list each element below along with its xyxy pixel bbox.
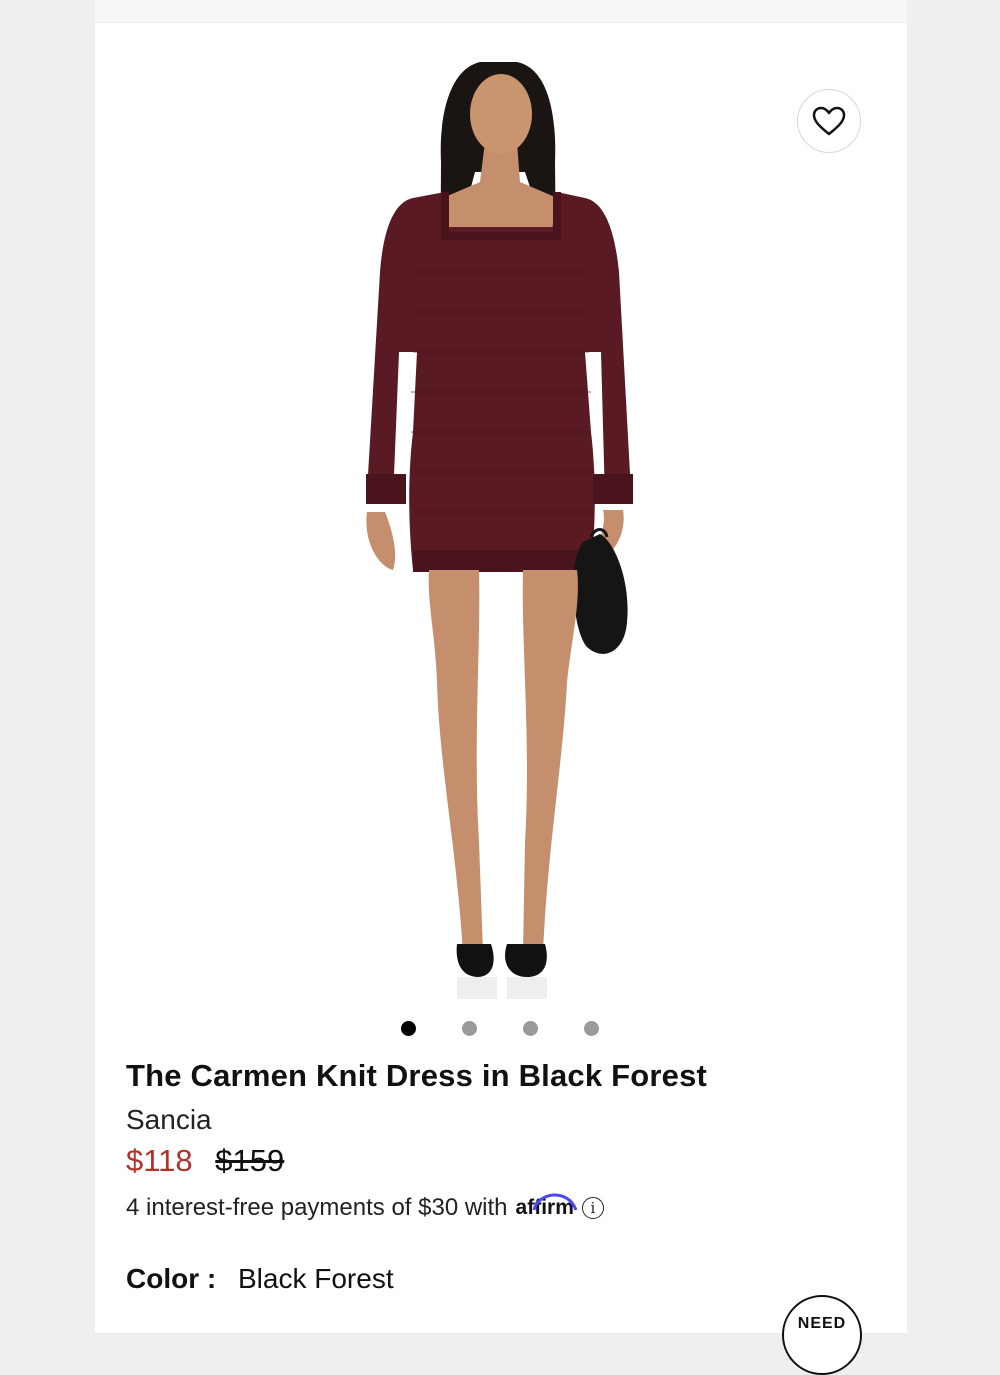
product-title: The Carmen Knit Dress in Black Forest — [126, 1058, 708, 1093]
color-label: Color : — [126, 1263, 217, 1294]
need-help-button[interactable]: NEED — [782, 1295, 862, 1375]
sale-price: $118 — [126, 1143, 193, 1178]
need-help-label: NEED — [797, 1315, 847, 1332]
product-image[interactable] — [95, 22, 907, 1012]
installments-text: 4 interest-free payments of $30 with — [126, 1194, 508, 1221]
top-bar — [95, 0, 907, 23]
affirm-installments: 4 interest-free payments of $30 with aff… — [126, 1193, 604, 1222]
info-icon[interactable]: i — [581, 1197, 604, 1219]
color-value: Black Forest — [238, 1263, 394, 1294]
affirm-logo: affirm — [515, 1193, 577, 1219]
carousel-dot[interactable] — [462, 1021, 477, 1036]
carousel-dot[interactable] — [584, 1021, 599, 1036]
price-row: $118 $159 — [126, 1143, 284, 1179]
favorite-button[interactable] — [797, 89, 861, 153]
carousel-dot[interactable] — [523, 1021, 538, 1036]
heart-icon — [812, 106, 846, 136]
carousel-indicator — [95, 1020, 907, 1038]
original-price: $159 — [215, 1143, 285, 1178]
carousel-dot[interactable] — [401, 1021, 416, 1036]
product-card: The Carmen Knit Dress in Black Forest Sa… — [95, 0, 907, 1375]
color-selector: Color : Black Forest — [126, 1263, 394, 1295]
brand-name[interactable]: Sancia — [126, 1104, 212, 1136]
